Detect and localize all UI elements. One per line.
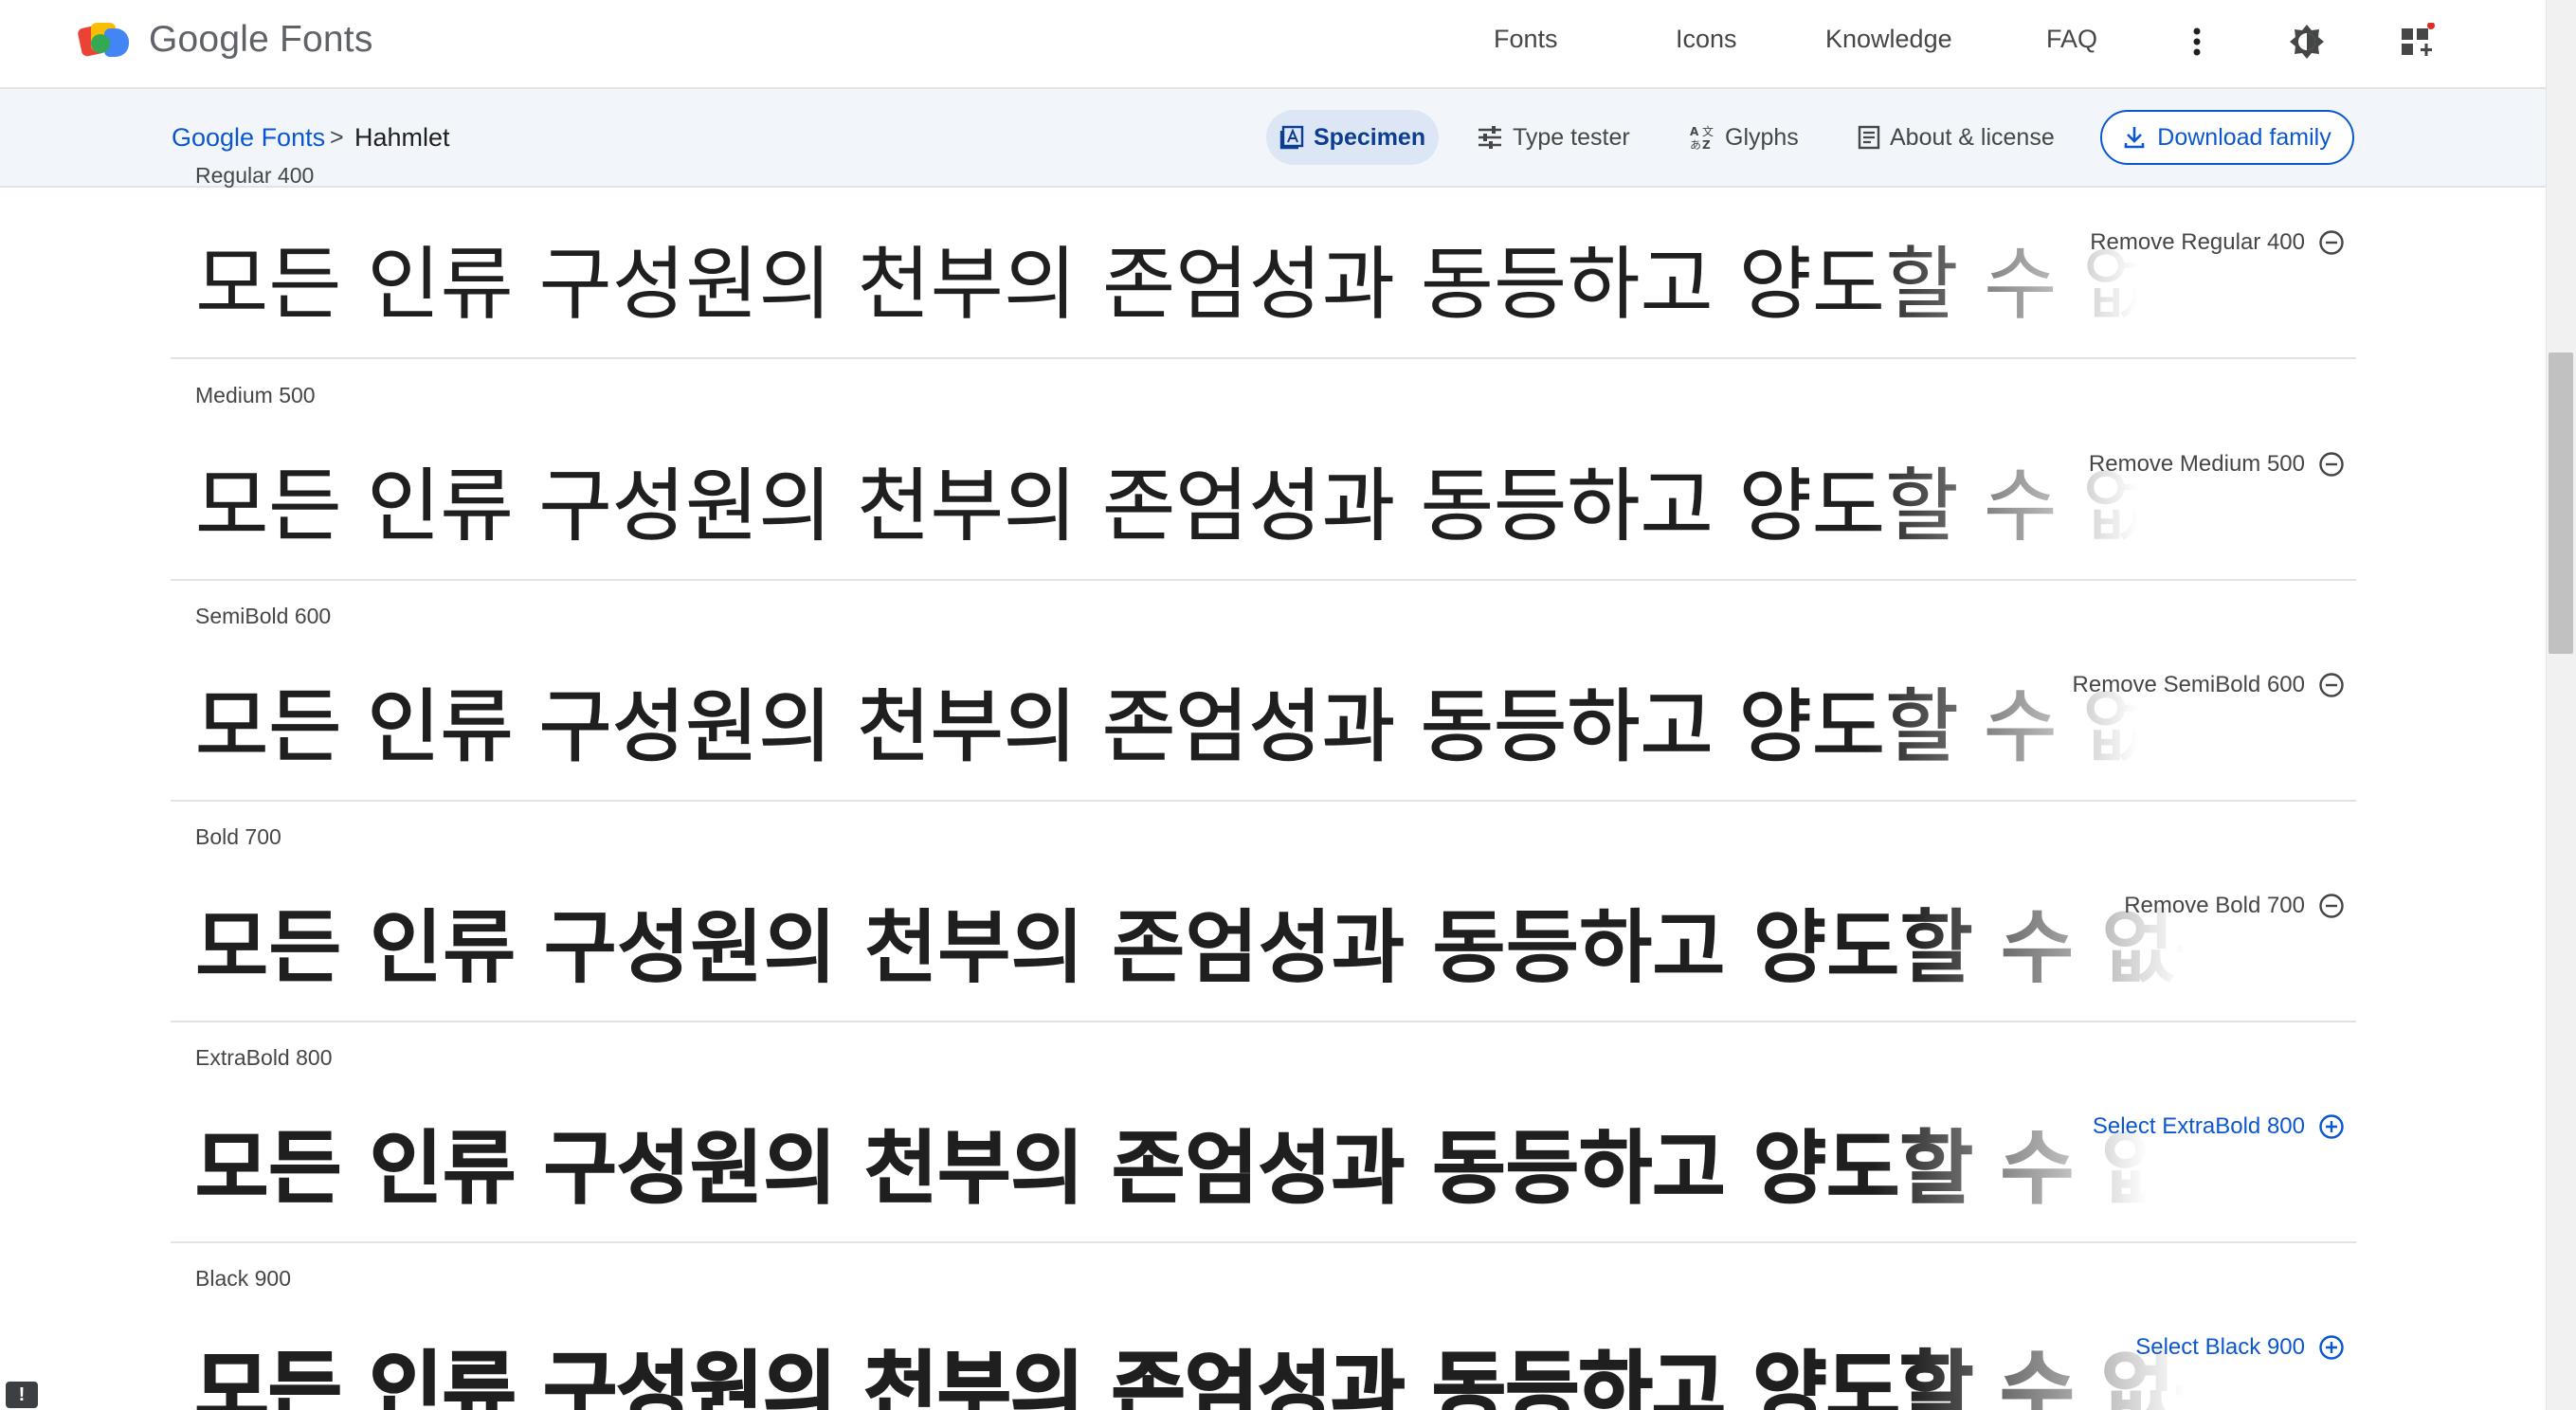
brand-title[interactable]: Google Fonts (149, 19, 373, 61)
style-row-medium-500: Medium 500 모든 인류 구성원의 천부의 존엄성과 동등하고 양도할 … (171, 360, 2356, 581)
page-scrollbar-thumb[interactable] (2549, 352, 2573, 654)
feedback-badge[interactable]: ! (6, 1382, 38, 1408)
remove-style-button[interactable]: Remove Medium 500 (2089, 451, 2345, 478)
nav-icons[interactable]: Icons (1676, 25, 1737, 54)
action-label: Remove Bold 700 (2124, 893, 2305, 918)
remove-circle-icon (2319, 452, 2344, 477)
select-style-button[interactable]: Select Black 900 (2135, 1334, 2345, 1361)
style-sample-wrap: 모든 인류 구성원의 천부의 존엄성과 동등하고 양도할 수 없는 권 (195, 208, 2138, 360)
style-sample[interactable]: 모든 인류 구성원의 천부의 존엄성과 동등하고 양도할 수 없는 권 (195, 1313, 2186, 1410)
nav-fonts[interactable]: Fonts (1494, 25, 1558, 54)
style-label: Black 900 (195, 1266, 292, 1291)
select-style-button[interactable]: Select ExtraBold 800 (2093, 1113, 2345, 1140)
remove-style-button[interactable]: Remove SemiBold 600 (2073, 672, 2345, 698)
style-sample-wrap: 모든 인류 구성원의 천부의 존엄성과 동등하고 양도할 수 없는 권 (195, 1313, 2186, 1410)
more-vert-icon[interactable] (2174, 19, 2220, 64)
style-sample[interactable]: 모든 인류 구성원의 천부의 존엄성과 동등하고 양도할 수 없는 권 (195, 872, 2186, 1023)
remove-circle-icon (2319, 894, 2344, 918)
nav-faq[interactable]: FAQ (2046, 25, 2097, 54)
action-label: Select Black 900 (2135, 1334, 2305, 1360)
style-sample[interactable]: 모든 인류 구성원의 천부의 존엄성과 동등하고 양도할 수 없는 권 (195, 208, 2138, 360)
remove-circle-icon (2319, 230, 2344, 255)
style-row-semibold-600: SemiBold 600 모든 인류 구성원의 천부의 존엄성과 동등하고 양도… (171, 581, 2356, 802)
style-sample-wrap: 모든 인류 구성원의 천부의 존엄성과 동등하고 양도할 수 없는 권 (195, 430, 2138, 582)
style-label: ExtraBold 800 (195, 1045, 333, 1070)
style-sample-wrap: 모든 인류 구성원의 천부의 존엄성과 동등하고 양도할 수 없는 권 (195, 651, 2138, 803)
style-sample[interactable]: 모든 인류 구성원의 천부의 존엄성과 동등하고 양도할 수 없는 권 (195, 1093, 2148, 1244)
page-scrollbar-track[interactable] (2546, 0, 2576, 1410)
add-circle-icon (2319, 1114, 2344, 1139)
style-row-extrabold-800: ExtraBold 800 모든 인류 구성원의 천부의 존엄성과 동등하고 양… (171, 1022, 2356, 1243)
svg-text:A: A (1690, 125, 1699, 138)
action-label: Remove Regular 400 (2090, 229, 2305, 255)
google-fonts-logo[interactable] (77, 21, 131, 63)
remove-style-button[interactable]: Remove Bold 700 (2124, 893, 2345, 919)
svg-text:文: 文 (1702, 124, 1714, 138)
theme-toggle-icon[interactable] (2284, 19, 2330, 64)
style-sample-wrap: 모든 인류 구성원의 천부의 존엄성과 동등하고 양도할 수 없는 권 (195, 1093, 2148, 1244)
style-sample-wrap: 모든 인류 구성원의 천부의 존엄성과 동등하고 양도할 수 없는 권 (195, 872, 2186, 1023)
style-label: SemiBold 600 (195, 604, 332, 628)
action-label: Remove Medium 500 (2088, 451, 2305, 477)
nav-knowledge[interactable]: Knowledge (1825, 25, 1952, 54)
action-label: Select ExtraBold 800 (2092, 1113, 2305, 1139)
style-row-bold-700: Bold 700 모든 인류 구성원의 천부의 존엄성과 동등하고 양도할 수 … (171, 802, 2356, 1022)
apps-icon[interactable] (2394, 19, 2440, 64)
style-label: Medium 500 (195, 383, 316, 407)
style-sample[interactable]: 모든 인류 구성원의 천부의 존엄성과 동등하고 양도할 수 없는 권 (195, 430, 2138, 582)
style-label: Regular 400 (195, 163, 315, 188)
remove-style-button[interactable]: Remove Regular 400 (2090, 229, 2345, 256)
add-circle-icon (2319, 1335, 2344, 1360)
style-row-regular-400: Regular 400 모든 인류 구성원의 천부의 존엄성과 동등하고 양도할… (171, 138, 2356, 359)
style-sample[interactable]: 모든 인류 구성원의 천부의 존엄성과 동등하고 양도할 수 없는 권 (195, 651, 2138, 803)
action-label: Remove SemiBold 600 (2072, 672, 2305, 697)
remove-circle-icon (2319, 673, 2344, 697)
top-app-bar: Google Fonts Fonts Icons Knowledge FAQ (0, 0, 2546, 89)
style-row-black-900: Black 900 모든 인류 구성원의 천부의 존엄성과 동등하고 양도할 수… (171, 1243, 2356, 1410)
style-label: Bold 700 (195, 824, 281, 849)
